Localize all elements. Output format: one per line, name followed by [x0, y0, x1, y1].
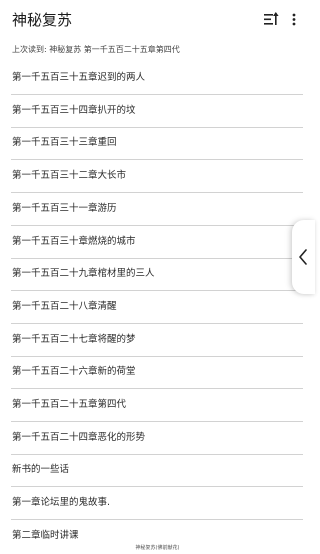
chapter-title: 第一千五百二十七章将醒的梦: [12, 333, 136, 345]
chapter-title: 第一章论坛里的鬼故事.: [12, 497, 111, 509]
chapter-item[interactable]: 第一千五百二十七章将醒的梦: [0, 325, 315, 357]
chapter-title: 第一千五百三十章燃烧的城市: [12, 235, 136, 247]
status-caption: 神秘复苏(佛前献花): [135, 545, 180, 551]
chapter-title: 第一千五百三十二章大长市: [12, 170, 127, 182]
chapter-title: 第一千五百二十九章棺材里的三人: [12, 268, 155, 280]
chapter-item[interactable]: 第一千五百三十章燃烧的城市: [0, 227, 315, 259]
chapter-title: 第一千五百三十一章游历: [12, 202, 117, 214]
chapter-item[interactable]: 第一千五百三十三章重回: [0, 128, 315, 161]
chapter-list: 第一千五百三十五章迟到的两人 第一千五百三十四章扒开的坟 第一千五百三十三章重回…: [0, 0, 315, 554]
chapter-item[interactable]: 新书的一些话: [0, 455, 315, 488]
chapter-title: 第一千五百二十四章恶化的形势: [12, 431, 146, 443]
chapter-item[interactable]: 第一章论坛里的鬼故事.: [0, 488, 315, 521]
chapter-item[interactable]: 第一千五百二十四章恶化的形势: [0, 423, 315, 455]
chapter-title: 第二章临时讲课: [12, 529, 79, 541]
chapter-item[interactable]: 第一千五百二十六章新的荷堂: [0, 357, 315, 390]
chevron-left-icon: [299, 249, 307, 265]
chapter-item[interactable]: 第一千五百三十一章游历: [0, 194, 315, 226]
chapter-title: 第一千五百二十六章新的荷堂: [12, 366, 136, 378]
chapter-item[interactable]: 第一千五百二十九章棺材里的三人: [0, 259, 315, 292]
side-drawer-tab[interactable]: [292, 220, 315, 294]
chapter-title: 第一千五百二十八章清醒: [12, 300, 117, 312]
chapter-item[interactable]: 第一千五百三十五章迟到的两人: [0, 63, 315, 95]
chapter-item[interactable]: 第一千五百三十二章大长市: [0, 161, 315, 194]
chapter-title: 第一千五百三十四章扒开的坟: [12, 104, 136, 116]
chapter-title: 新书的一些话: [12, 464, 70, 476]
chapter-title: 第一千五百三十三章重回: [12, 137, 117, 149]
chapter-title: 第一千五百二十五章第四代: [12, 399, 127, 410]
chapter-item[interactable]: 第一千五百二十八章清醒: [0, 292, 315, 324]
chapter-item[interactable]: 第一千五百二十五章第四代: [0, 390, 315, 422]
chapter-item[interactable]: 第一千五百三十四章扒开的坟: [0, 96, 315, 128]
chapter-title: 第一千五百三十五章迟到的两人: [12, 72, 146, 83]
